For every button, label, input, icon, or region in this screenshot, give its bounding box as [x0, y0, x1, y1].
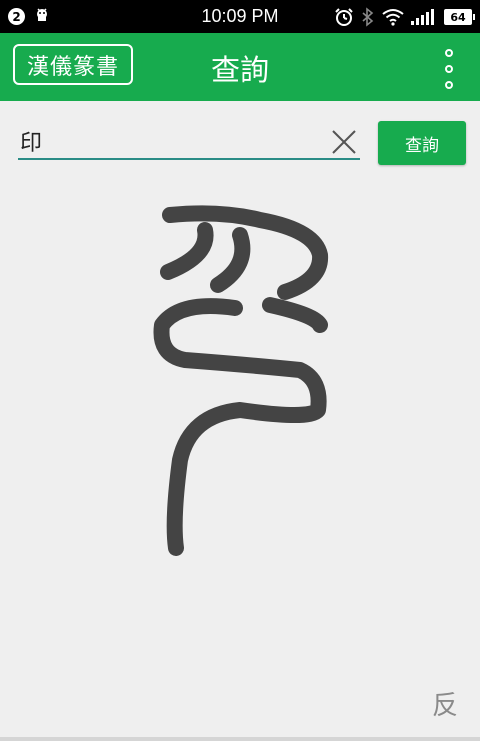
search-underline	[18, 158, 360, 160]
wifi-icon	[382, 9, 404, 26]
alarm-icon	[335, 8, 353, 26]
query-button[interactable]: 查詢	[378, 121, 466, 165]
battery-icon: 64	[444, 9, 475, 25]
reverse-toggle-button[interactable]: 反	[432, 685, 458, 722]
page-title: 查詢	[210, 53, 269, 87]
app-bar: 漢儀篆書 查詢	[0, 33, 480, 101]
signal-icon	[411, 9, 434, 25]
clear-icon[interactable]	[330, 128, 358, 156]
status-bar: 2 10:09 PM 64	[0, 0, 480, 33]
search-input[interactable]	[18, 123, 320, 159]
font-select-button[interactable]: 漢儀篆書	[13, 44, 133, 85]
bluetooth-icon	[362, 7, 374, 27]
seal-script-glyph-icon	[153, 205, 329, 556]
bottom-edge	[0, 737, 480, 741]
overflow-menu-icon[interactable]	[436, 49, 462, 89]
